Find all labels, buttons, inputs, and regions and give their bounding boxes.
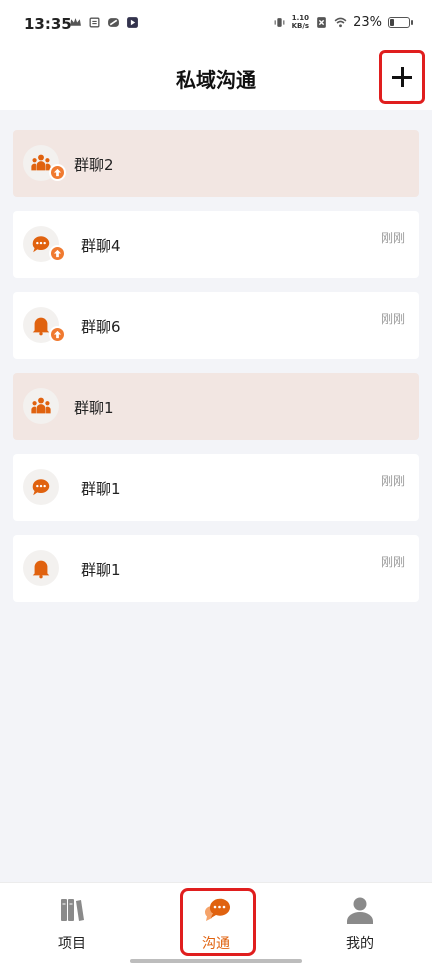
chat-list-item[interactable]: 群聊6 刚刚 (13, 292, 419, 359)
net-speed-unit: KB/s (291, 22, 310, 30)
chat-name: 群聊4 (81, 237, 121, 255)
bell-icon (32, 560, 50, 579)
tab-projects[interactable]: 项目 (32, 895, 112, 953)
play-store-icon (127, 17, 138, 28)
header: 私域沟通 (0, 50, 432, 110)
chat-list-item[interactable]: 群聊1 刚刚 (13, 535, 419, 602)
chat-avatar (23, 469, 59, 505)
battery-icon (388, 16, 413, 28)
vibrate-icon (274, 17, 284, 27)
tab-label: 项目 (58, 936, 86, 952)
chat-name: 群聊1 (81, 480, 121, 498)
chat-name: 群聊6 (81, 318, 121, 336)
chat-list-item[interactable]: 群聊1 刚刚 (13, 454, 419, 521)
home-indicator[interactable] (130, 959, 302, 963)
chat-name: 群聊1 (81, 561, 121, 579)
person-icon (347, 897, 373, 924)
wifi-icon (334, 17, 347, 27)
notification-icons (69, 16, 139, 29)
battery-fill (390, 18, 394, 26)
plus-icon (392, 67, 412, 87)
chat-list-item[interactable]: 群聊4 刚刚 (13, 211, 419, 278)
chat-name: 群聊2 (74, 156, 114, 174)
battery-percent: 23% (353, 14, 382, 30)
books-icon (61, 899, 84, 921)
no-sim-icon (317, 16, 326, 28)
crown-icon (70, 18, 81, 26)
link-icon (108, 18, 119, 27)
chat-list-item[interactable]: 群聊1 (13, 373, 419, 440)
tab-highlight-box (180, 888, 256, 956)
status-right: 1.10 KB/s 23% (273, 14, 413, 30)
page-title: 私域沟通 (176, 68, 256, 92)
chat-time: 刚刚 (380, 312, 405, 326)
network-speed: 1.10 KB/s (292, 14, 309, 30)
chat-time: 刚刚 (380, 474, 405, 488)
chat-list-item[interactable]: 群聊2 (13, 130, 419, 197)
app-notification-icon (89, 17, 100, 28)
chat-avatar (23, 388, 59, 424)
upload-badge-icon (49, 326, 66, 343)
chat-time: 刚刚 (380, 231, 405, 245)
chat-time: 刚刚 (380, 555, 405, 569)
chat-name: 群聊1 (74, 399, 114, 417)
status-time: 13:35 (24, 15, 72, 33)
upload-badge-icon (49, 164, 66, 181)
net-speed-value: 1.10 (291, 14, 309, 22)
tab-label: 我的 (346, 936, 374, 952)
chat-avatar (23, 550, 59, 586)
tab-profile[interactable]: 我的 (320, 895, 400, 953)
chat-bubble-icon (32, 479, 50, 496)
upload-badge-icon (49, 245, 66, 262)
chat-list: 群聊2 群聊4 刚刚 群聊6 刚刚 群聊1 群聊1 刚刚 群聊1 刚刚 (13, 130, 419, 616)
status-bar: 13:35 1.10 KB/s 23% (0, 0, 432, 50)
group-icon (31, 397, 51, 414)
add-button[interactable] (379, 50, 425, 104)
